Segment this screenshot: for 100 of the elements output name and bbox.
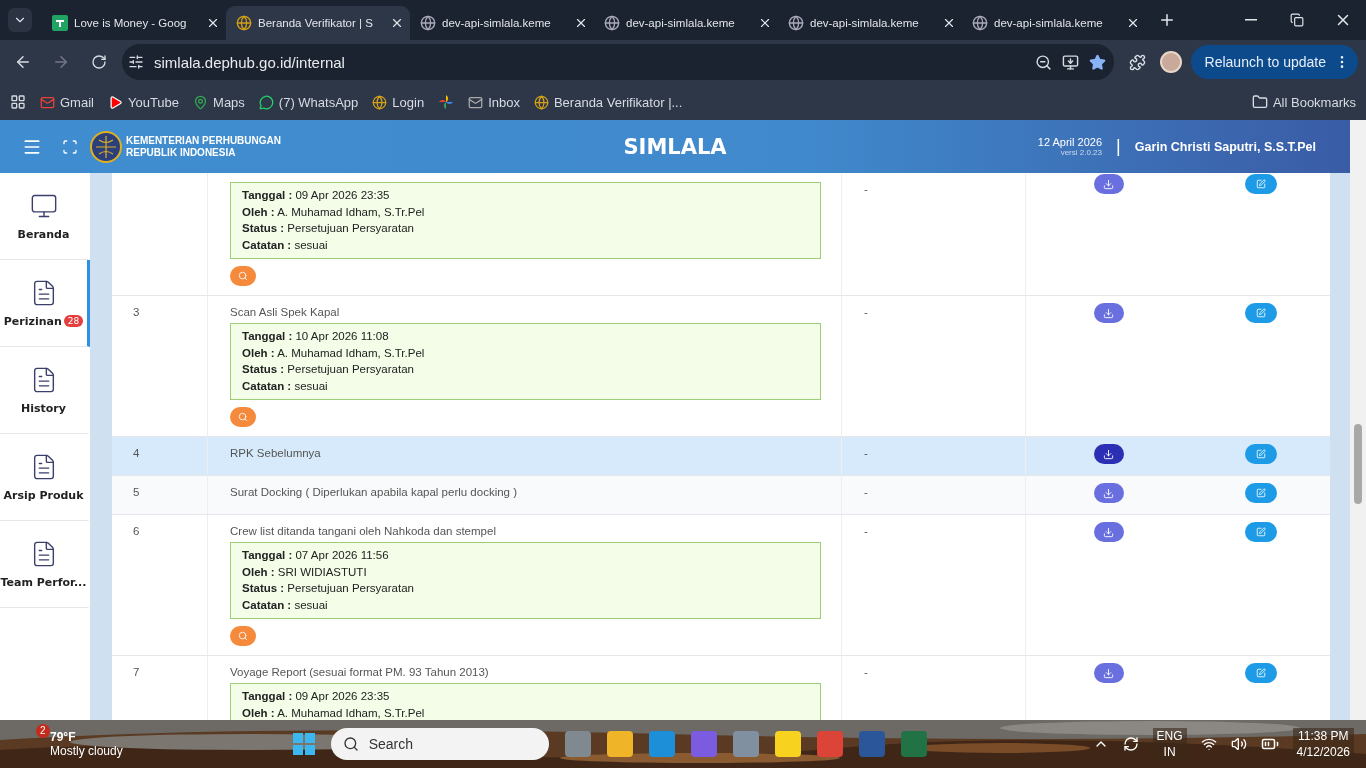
version-label: versi 2.0.23 (1060, 148, 1102, 157)
volume-icon[interactable] (1230, 736, 1247, 752)
bookmark-link[interactable]: Inbox (468, 94, 520, 110)
spreadsheet-icon (52, 15, 68, 31)
close-icon[interactable] (390, 16, 404, 30)
browser-tab[interactable]: Love is Money - Goog (42, 6, 226, 40)
close-icon[interactable] (942, 16, 956, 30)
bookmark-link[interactable]: Gmail (40, 94, 94, 110)
count-badge: 28 (63, 315, 84, 327)
install-icon[interactable] (1062, 53, 1079, 71)
note-line: Catatan : sesuai (242, 597, 329, 613)
download-button[interactable] (1093, 522, 1124, 542)
bookmark-link[interactable]: Beranda Verifikator |... (533, 94, 683, 110)
close-icon[interactable] (206, 16, 220, 30)
table-row[interactable]: 6 Crew list ditanda tangani oleh Nahkoda dan stempel Tanggal : 07 Apr 2026 11:56 Oleh : SRI WIDIASTUTI Status : Persetujuan Persyaratan Catatan : sesuai - (112, 515, 1330, 656)
bookmark-link[interactable]: YouTube (107, 94, 180, 110)
new-tab-icon[interactable] (1158, 11, 1176, 29)
taskbar-search-field[interactable]: Search (330, 728, 549, 760)
globe-icon (372, 94, 388, 110)
download-button[interactable] (1093, 444, 1124, 464)
clock-date[interactable]: 4/12/2026 (1296, 744, 1350, 760)
row-number: 6 (133, 525, 140, 537)
browser-tab[interactable]: dev-api-simlala.keme (778, 6, 962, 40)
star-icon[interactable] (1089, 53, 1106, 71)
fullscreen-icon[interactable] (62, 138, 78, 155)
sync-icon[interactable] (1122, 736, 1139, 752)
sidebar-item[interactable]: Arsip Produk (0, 434, 90, 521)
temperature[interactable]: 79°F (50, 730, 123, 744)
globe-icon (604, 15, 620, 31)
document-title: Scan Asli Spek Kapal (230, 306, 340, 318)
download-button[interactable] (1093, 174, 1124, 194)
pinwheel-icon[interactable] (438, 94, 455, 110)
chat-icon (258, 94, 274, 110)
close-icon[interactable] (574, 16, 588, 30)
table-cell: - (864, 447, 868, 459)
browser-tab[interactable]: dev-api-simlala.keme (594, 6, 778, 40)
scrollbar[interactable] (1350, 120, 1366, 720)
envelope-icon (468, 94, 484, 110)
download-button[interactable] (1093, 303, 1124, 323)
close-icon[interactable] (1126, 16, 1140, 30)
download-icon (1103, 307, 1114, 319)
edit-button[interactable] (1244, 663, 1277, 683)
globe-icon (420, 15, 436, 31)
row-number: 4 (133, 447, 140, 459)
close-icon[interactable] (758, 16, 772, 30)
relaunch-button[interactable]: Relaunch to update (1190, 45, 1358, 79)
apps-icon[interactable] (10, 94, 26, 110)
tab-search-button[interactable] (8, 8, 32, 32)
edit-button[interactable] (1244, 174, 1277, 194)
table-cell: - (864, 306, 868, 318)
note-line: Tanggal : 10 Apr 2026 11:08 (242, 329, 390, 344)
site-info-icon[interactable] (128, 54, 144, 70)
search-icon (238, 631, 248, 641)
language-label[interactable]: ENG (1156, 728, 1183, 744)
sidebar-item[interactable]: Team Perfor... (0, 521, 90, 608)
profile-avatar[interactable] (1160, 51, 1182, 73)
browser-tab[interactable]: dev-api-simlala.keme (962, 6, 1146, 40)
scrollbar-thumb[interactable] (1354, 424, 1362, 504)
address-bar[interactable]: simlala.dephub.go.id/internal (122, 44, 1114, 80)
edit-button[interactable] (1244, 522, 1277, 542)
region-label[interactable]: IN (1163, 744, 1176, 760)
bookmark-link[interactable]: Login (372, 94, 425, 110)
download-button[interactable] (1093, 483, 1124, 503)
org-country: REPUBLIK INDONESIA (126, 146, 237, 159)
emblem-icon (90, 130, 122, 163)
wifi-icon[interactable] (1200, 736, 1217, 752)
table-row[interactable]: Tanggal : 09 Apr 2026 23:35 Oleh : A. Muhamad Idham, S.Tr.Pel Status : Persetujuan Persyaratan Catatan : sesuai - (112, 173, 1330, 296)
puzzle-icon (1128, 53, 1146, 71)
note-line: Catatan : sesuai (242, 237, 329, 253)
edit-button[interactable] (1244, 483, 1277, 503)
edit-button[interactable] (1244, 303, 1277, 323)
document-title: RPK Sebelumnya (230, 447, 321, 459)
bookmark-link[interactable]: Maps (193, 94, 245, 110)
edit-icon (1255, 488, 1266, 498)
all-bookmarks-link[interactable]: All Bookmarks (1251, 94, 1356, 110)
user-name[interactable]: Garin Christi Saputri, S.S.T.Pel (1134, 139, 1316, 154)
download-button[interactable] (1093, 663, 1124, 683)
weather-label[interactable]: Mostly cloudy (50, 744, 123, 758)
org-name: KEMENTERIAN PERHUBUNGAN (126, 134, 281, 147)
start-icon[interactable] (292, 733, 315, 755)
zoom-icon[interactable] (1035, 53, 1052, 71)
note-line: Tanggal : 09 Apr 2026 23:35 (242, 689, 391, 704)
restore-icon (1290, 13, 1304, 27)
clock-time[interactable]: 11:38 PM (1298, 728, 1349, 744)
play-icon (107, 94, 123, 110)
pin-icon (193, 94, 209, 110)
bookmark-link[interactable]: (7) WhatsApp (258, 94, 359, 110)
row-number: 7 (133, 666, 140, 678)
sidebar-item[interactable]: Perizinan 28 (0, 260, 90, 347)
browser-tab[interactable]: dev-api-simlala.keme (410, 6, 594, 40)
sidebar-item[interactable]: Beranda (0, 173, 90, 260)
sidebar-item[interactable]: History (0, 347, 90, 434)
table-row[interactable]: 4 RPK Sebelumnya - (112, 437, 1330, 476)
edit-icon (1255, 668, 1266, 678)
table-row[interactable]: 5 Surat Docking ( Diperlukan apabila kapal perlu docking ) - (112, 476, 1330, 515)
note-line: Status : Persetujuan Persyaratan (242, 581, 415, 596)
download-icon (1103, 487, 1114, 499)
download-icon (1103, 526, 1114, 538)
table-row[interactable]: 3 Scan Asli Spek Kapal Tanggal : 10 Apr 2026 11:08 Oleh : A. Muhamad Idham, S.Tr.Pel Status : Persetujuan Persyaratan Catatan : sesuai - (112, 296, 1330, 437)
browser-tab[interactable]: Beranda Verifikator | S (226, 6, 410, 40)
